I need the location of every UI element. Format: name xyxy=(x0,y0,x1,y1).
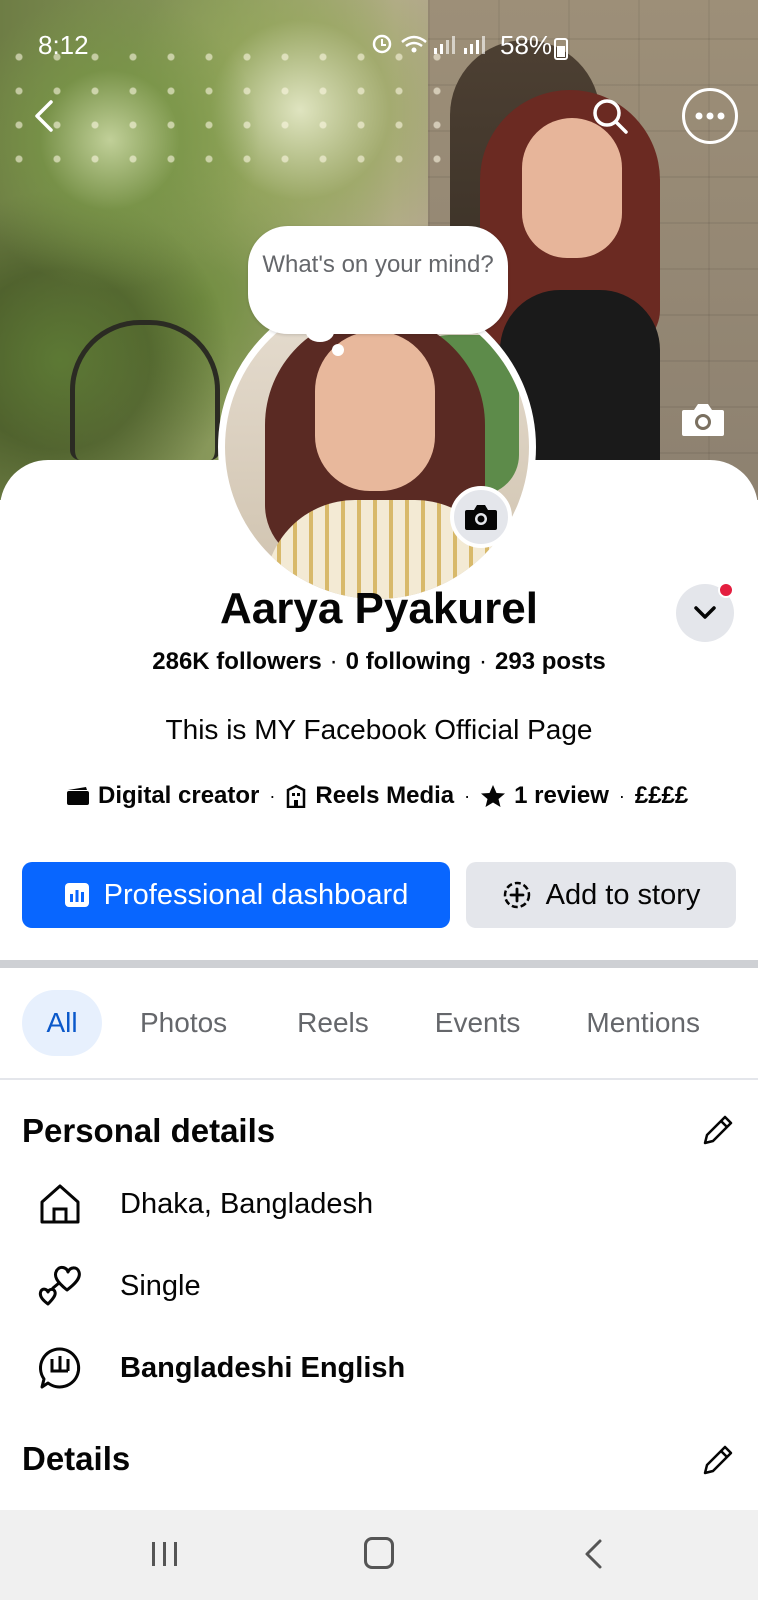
back-button[interactable] xyxy=(18,90,70,142)
company-item[interactable]: Reels Media xyxy=(285,782,454,810)
back-arrow-icon xyxy=(35,100,53,132)
more-options-button[interactable] xyxy=(682,88,738,144)
separator-dot: · xyxy=(329,648,338,675)
separator-dot: · xyxy=(479,648,487,675)
edit-details-button[interactable] xyxy=(700,1442,736,1478)
separator-dot: · xyxy=(464,785,471,806)
personal-details-title: Personal details xyxy=(22,1112,276,1149)
ellipsis-icon xyxy=(695,112,725,120)
home-button[interactable] xyxy=(364,1537,394,1569)
search-button[interactable] xyxy=(584,90,636,142)
back-chevron-icon xyxy=(585,1539,602,1569)
alarm-wifi-signal-icons xyxy=(372,34,485,54)
dashboard-chart-icon xyxy=(64,883,89,907)
add-to-story-button[interactable]: Add to story xyxy=(466,862,736,928)
reviews-item[interactable]: 1 review xyxy=(480,782,609,810)
add-story-icon xyxy=(503,881,530,909)
category-item: Digital creator xyxy=(66,782,259,810)
thought-bubble[interactable]: What's on your mind? xyxy=(248,226,508,334)
tab-mentions[interactable]: Mentions xyxy=(560,990,726,1056)
reviews-text: 1 review xyxy=(514,782,609,809)
edit-personal-details-button[interactable] xyxy=(700,1112,736,1148)
pencil-icon xyxy=(703,1115,733,1145)
profile-stats: 286K followers · 0 following · 293 posts xyxy=(0,648,758,676)
detail-language-text: Bangladeshi English xyxy=(120,1351,406,1384)
status-time: 8:12 xyxy=(38,30,89,60)
language-icon xyxy=(36,1344,84,1392)
category-text: Digital creator xyxy=(98,782,260,809)
camera-icon xyxy=(682,404,724,436)
profile-bio: This is MY Facebook Official Page xyxy=(165,714,593,745)
followers-count[interactable]: 286K followers xyxy=(152,648,321,675)
notification-dot xyxy=(718,582,734,598)
camera-icon xyxy=(465,505,497,530)
status-bar: 8:12 58% xyxy=(0,0,758,84)
system-nav-bar xyxy=(0,1510,758,1600)
profile-meta: Digital creator · Reels Media · 1 review… xyxy=(66,782,688,810)
bubble-tail xyxy=(306,322,334,342)
status-icons xyxy=(370,30,490,62)
edit-cover-photo-button[interactable] xyxy=(680,400,732,444)
chevron-down-icon xyxy=(694,606,716,619)
separator-dot: · xyxy=(269,785,276,806)
hearts-icon xyxy=(36,1262,84,1310)
profile-tabs: All Photos Reels Events Mentions xyxy=(22,990,726,1056)
detail-location-row: Dhaka, Bangladesh xyxy=(36,1180,373,1228)
add-to-story-label: Add to story xyxy=(545,878,701,911)
battery-percent: 58% xyxy=(500,30,553,60)
posts-count[interactable]: 293 posts xyxy=(495,648,606,675)
building-icon xyxy=(287,784,306,808)
recent-apps-icon xyxy=(152,1542,177,1566)
following-count[interactable]: 0 following xyxy=(346,648,471,675)
detail-relationship-row: Single xyxy=(36,1262,201,1310)
profile-picture[interactable] xyxy=(218,288,536,606)
price-range: ££££ xyxy=(634,782,689,809)
details-title: Details xyxy=(22,1440,131,1477)
search-icon xyxy=(593,99,628,134)
clapperboard-icon xyxy=(67,787,89,805)
pencil-icon xyxy=(703,1445,733,1475)
professional-dashboard-label: Professional dashboard xyxy=(103,878,409,911)
tab-all[interactable]: All xyxy=(22,990,102,1056)
recent-apps-button[interactable] xyxy=(150,1540,180,1568)
tab-photos[interactable]: Photos xyxy=(114,990,253,1056)
bubble-tail-small xyxy=(332,344,344,356)
detail-relationship-text: Single xyxy=(120,1269,201,1302)
cover-chair xyxy=(70,320,220,460)
separator-dot: · xyxy=(618,785,625,806)
system-back-button[interactable] xyxy=(582,1538,606,1570)
tab-events[interactable]: Events xyxy=(409,990,547,1056)
star-icon xyxy=(481,785,506,807)
professional-dashboard-button[interactable]: Professional dashboard xyxy=(22,862,450,928)
home-icon xyxy=(36,1180,84,1228)
section-divider xyxy=(0,960,758,968)
tab-reels[interactable]: Reels xyxy=(271,990,395,1056)
profile-name: Aarya Pyakurel xyxy=(220,584,538,633)
company-text: Reels Media xyxy=(315,782,455,809)
tabs-divider xyxy=(0,1078,758,1080)
detail-location-text: Dhaka, Bangladesh xyxy=(120,1187,374,1220)
detail-language-row: Bangladeshi English xyxy=(36,1344,405,1392)
edit-profile-picture-button[interactable] xyxy=(450,486,512,548)
battery-icon xyxy=(554,38,568,60)
